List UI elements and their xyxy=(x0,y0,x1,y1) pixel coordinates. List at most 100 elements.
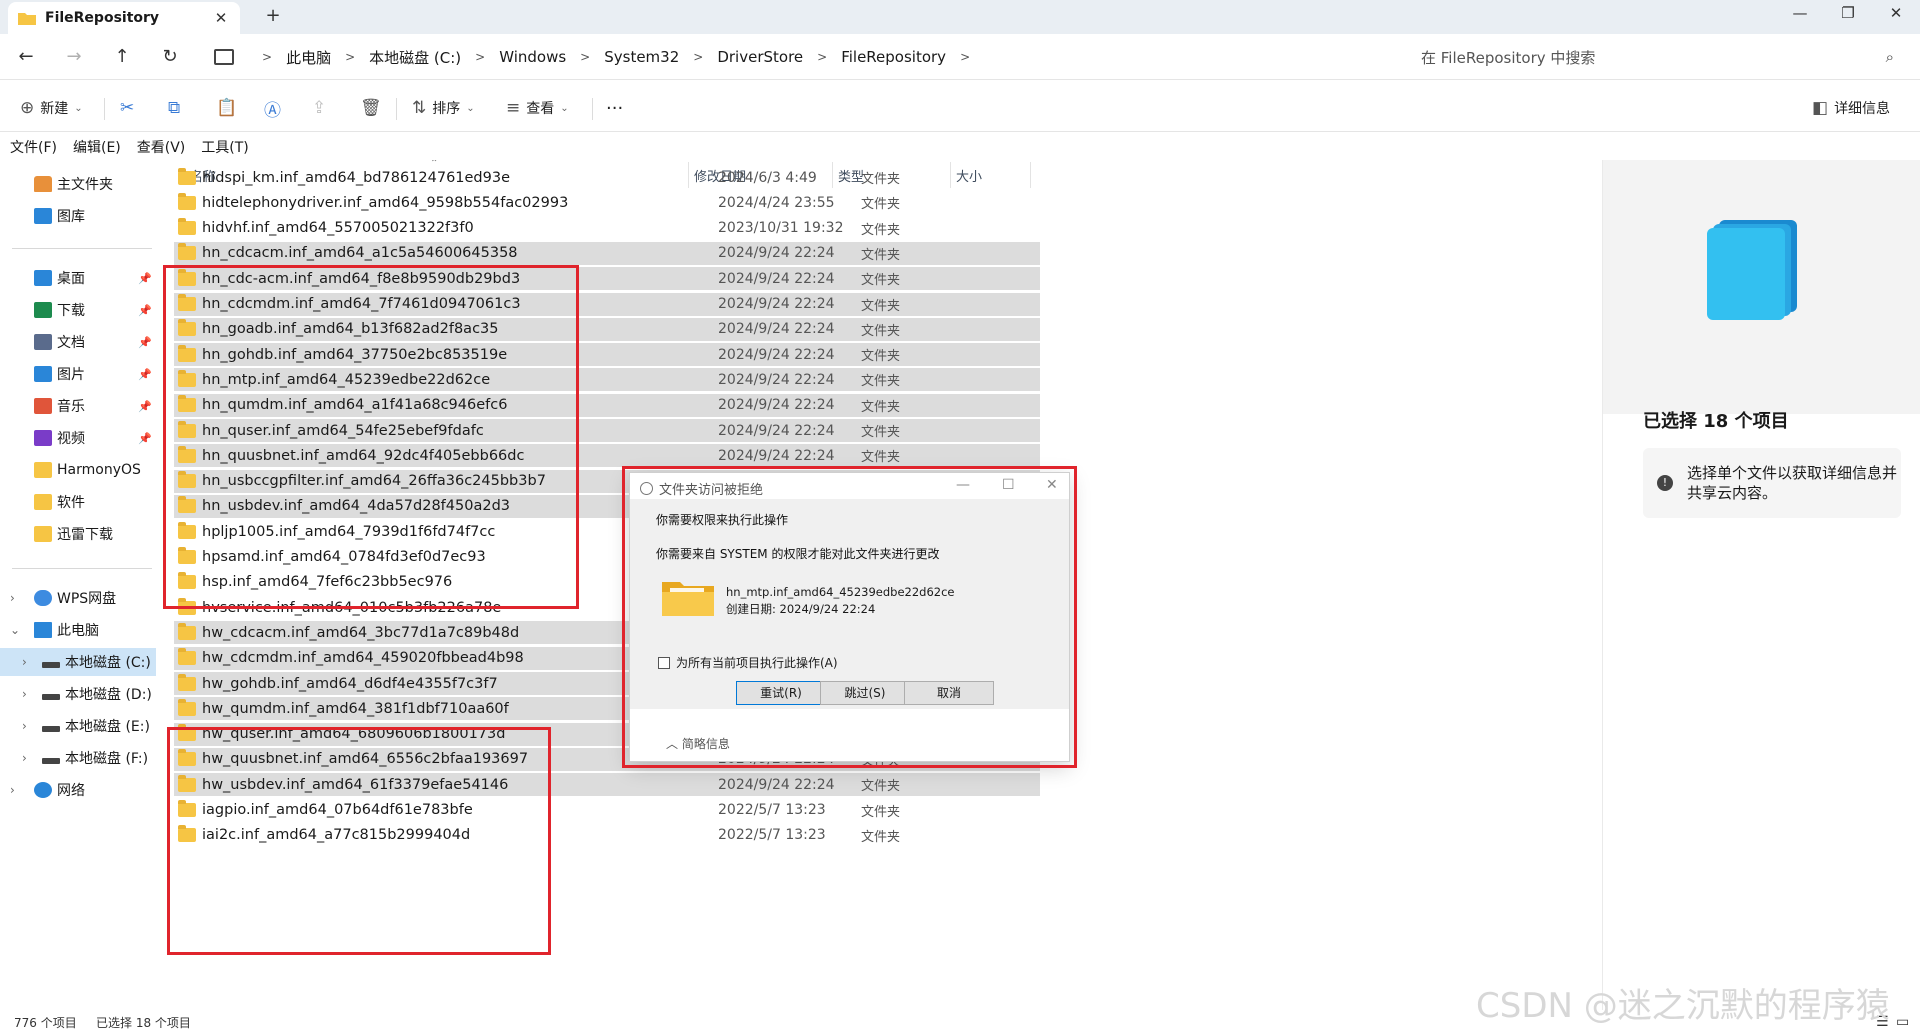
selected-count: 已选择 18 个项目 xyxy=(96,1016,191,1030)
divider xyxy=(396,98,397,120)
sort-button[interactable]: ⇅ 排序 ⌄ xyxy=(412,96,475,120)
sidebar-item-label: 文档 xyxy=(57,335,85,351)
view-icon: ≡ xyxy=(506,98,521,118)
sidebar-item-4[interactable]: 图片 📌 xyxy=(0,360,156,388)
sidebar-item-drive-e[interactable]: › 本地磁盘 (E:) xyxy=(0,712,156,740)
sidebar-item-home[interactable]: 主文件夹 xyxy=(0,170,156,198)
folder-icon xyxy=(178,167,196,185)
cut-button[interactable]: ✂ xyxy=(120,96,140,120)
breadcrumb[interactable]: > 此电脑 > 本地磁盘 (C:) > Windows > System32 >… xyxy=(204,42,1399,72)
file-date: 2024/9/24 22:24 xyxy=(718,245,835,262)
tiles-view-icon[interactable]: ▭ xyxy=(1896,1014,1909,1030)
breadcrumb-drive-c[interactable]: 本地磁盘 (C:) xyxy=(369,47,461,68)
table-row[interactable]: hidspi_km.inf_amd64_bd786124761ed93e 2024… xyxy=(174,166,1040,189)
sidebar-item-label: 本地磁盘 (C:) xyxy=(65,655,151,671)
monitor-icon xyxy=(214,49,234,65)
view-button[interactable]: ≡ 查看 ⌄ xyxy=(506,96,569,120)
sidebar-item-network[interactable]: › 网络 xyxy=(0,776,156,804)
breadcrumb-separator: > xyxy=(693,50,704,64)
desktop-icon xyxy=(34,270,52,286)
file-date: 2024/9/24 22:24 xyxy=(718,776,835,793)
folder-icon xyxy=(34,462,52,478)
breadcrumb-thispc[interactable]: 此电脑 xyxy=(286,47,331,68)
highlight-box xyxy=(163,265,579,609)
folder-icon xyxy=(34,494,52,510)
details-pane-button[interactable]: ◧ 详细信息 xyxy=(1812,96,1890,120)
paste-button[interactable]: 📋 xyxy=(216,96,243,120)
sidebar-item-9[interactable]: 迅雷下载 xyxy=(0,520,156,548)
back-button[interactable]: ← xyxy=(12,44,40,70)
table-row[interactable]: hn_cdcacm.inf_amd64_a1c5a54600645358 2024… xyxy=(174,241,1040,265)
tab-filerepository[interactable]: FileRepository ✕ xyxy=(8,2,240,34)
sidebar-item-label: 桌面 xyxy=(57,271,85,287)
computer-icon xyxy=(34,622,52,638)
plus-icon: ⊕ xyxy=(20,98,35,118)
sidebar-item-label: 本地磁盘 (D:) xyxy=(65,687,152,703)
pin-icon: 📌 xyxy=(138,271,152,285)
breadcrumb-filerepository[interactable]: FileRepository xyxy=(841,48,946,66)
sidebar-item-8[interactable]: 软件 xyxy=(0,488,156,516)
menu-file[interactable]: 文件(F) xyxy=(10,137,57,157)
sidebar-item-6[interactable]: 视频 📌 xyxy=(0,424,156,452)
sidebar-item-label: 主文件夹 xyxy=(57,177,113,193)
search-input[interactable]: 在 FileRepository 中搜索 ⌕ xyxy=(1405,41,1910,73)
breadcrumb-system32[interactable]: System32 xyxy=(604,48,679,66)
chevron-down-icon: ⌄ xyxy=(74,102,83,114)
chevron-right-icon: › xyxy=(22,655,27,669)
chevron-right-icon: › xyxy=(10,591,15,605)
sidebar-item-label: 音乐 xyxy=(57,399,85,415)
file-type: 文件夹 xyxy=(861,450,901,466)
details-label: 详细信息 xyxy=(1834,101,1891,117)
rename-button[interactable]: Ⓐ xyxy=(264,96,287,121)
breadcrumb-driverstore[interactable]: DriverStore xyxy=(717,48,803,66)
more-button[interactable]: ··· xyxy=(606,96,623,120)
menu-tools[interactable]: 工具(T) xyxy=(201,137,248,157)
sidebar-item-2[interactable]: 下载 📌 xyxy=(0,296,156,324)
sidebar-item-drive-f[interactable]: › 本地磁盘 (F:) xyxy=(0,744,156,772)
sidebar-item-1[interactable]: 桌面 📌 xyxy=(0,264,156,292)
sidebar-item-wps[interactable]: › WPS网盘 xyxy=(0,584,156,612)
copy-button[interactable]: ⧉ xyxy=(168,96,186,120)
maximize-button[interactable]: ❐ xyxy=(1834,4,1862,22)
sidebar-item-gallery[interactable]: 图库 xyxy=(0,202,156,230)
table-row[interactable]: hidvhf.inf_amd64_557005021322f3f0 2023/10… xyxy=(174,217,1040,240)
file-type: 文件夹 xyxy=(861,374,901,390)
forward-button[interactable]: → xyxy=(60,44,88,70)
table-row[interactable]: hidtelephonydriver.inf_amd64_9598b554fac… xyxy=(174,191,1040,214)
menu-view[interactable]: 查看(V) xyxy=(137,137,186,157)
delete-button[interactable]: 🗑 xyxy=(360,96,388,120)
file-type: 文件夹 xyxy=(861,222,901,238)
rename-icon: Ⓐ xyxy=(264,100,281,121)
file-date: 2024/9/24 22:24 xyxy=(718,270,835,287)
address-bar: ← → ↑ ↻ > 此电脑 > 本地磁盘 (C:) > Windows > Sy… xyxy=(0,34,1920,80)
minimize-button[interactable]: — xyxy=(1786,4,1814,22)
breadcrumb-separator: > xyxy=(580,50,591,64)
up-button[interactable]: ↑ xyxy=(108,44,136,70)
refresh-button[interactable]: ↻ xyxy=(156,44,184,70)
folder-icon xyxy=(178,192,196,210)
sidebar-item-drive-c[interactable]: › 本地磁盘 (C:) xyxy=(0,648,156,676)
sidebar-item-thispc[interactable]: ⌄ 此电脑 xyxy=(0,616,156,644)
sidebar-item-7[interactable]: HarmonyOS xyxy=(0,456,156,484)
sidebar-item-5[interactable]: 音乐 📌 xyxy=(0,392,156,420)
tab-close-icon[interactable]: ✕ xyxy=(212,9,230,27)
file-date: 2024/9/24 22:24 xyxy=(718,422,835,439)
share-button[interactable]: ⇪ xyxy=(312,96,332,120)
tab-title: FileRepository xyxy=(45,10,160,26)
divider xyxy=(104,98,105,120)
sidebar-item-3[interactable]: 文档 📌 xyxy=(0,328,156,356)
chevron-right-icon: › xyxy=(22,719,27,733)
pin-icon: 📌 xyxy=(138,303,152,317)
highlight-box xyxy=(167,727,551,955)
sidebar-item-drive-d[interactable]: › 本地磁盘 (D:) xyxy=(0,680,156,708)
breadcrumb-separator: > xyxy=(475,50,486,64)
new-button[interactable]: ⊕ 新建 ⌄ xyxy=(20,96,83,120)
close-window-button[interactable]: ✕ xyxy=(1882,4,1910,22)
video-icon xyxy=(34,430,52,446)
breadcrumb-windows[interactable]: Windows xyxy=(499,48,566,66)
gallery-icon xyxy=(34,208,52,224)
menu-edit[interactable]: 编辑(E) xyxy=(73,137,121,157)
new-tab-button[interactable]: + xyxy=(262,5,284,26)
breadcrumb-separator: > xyxy=(817,50,828,64)
file-date: 2022/5/7 13:23 xyxy=(718,827,826,844)
